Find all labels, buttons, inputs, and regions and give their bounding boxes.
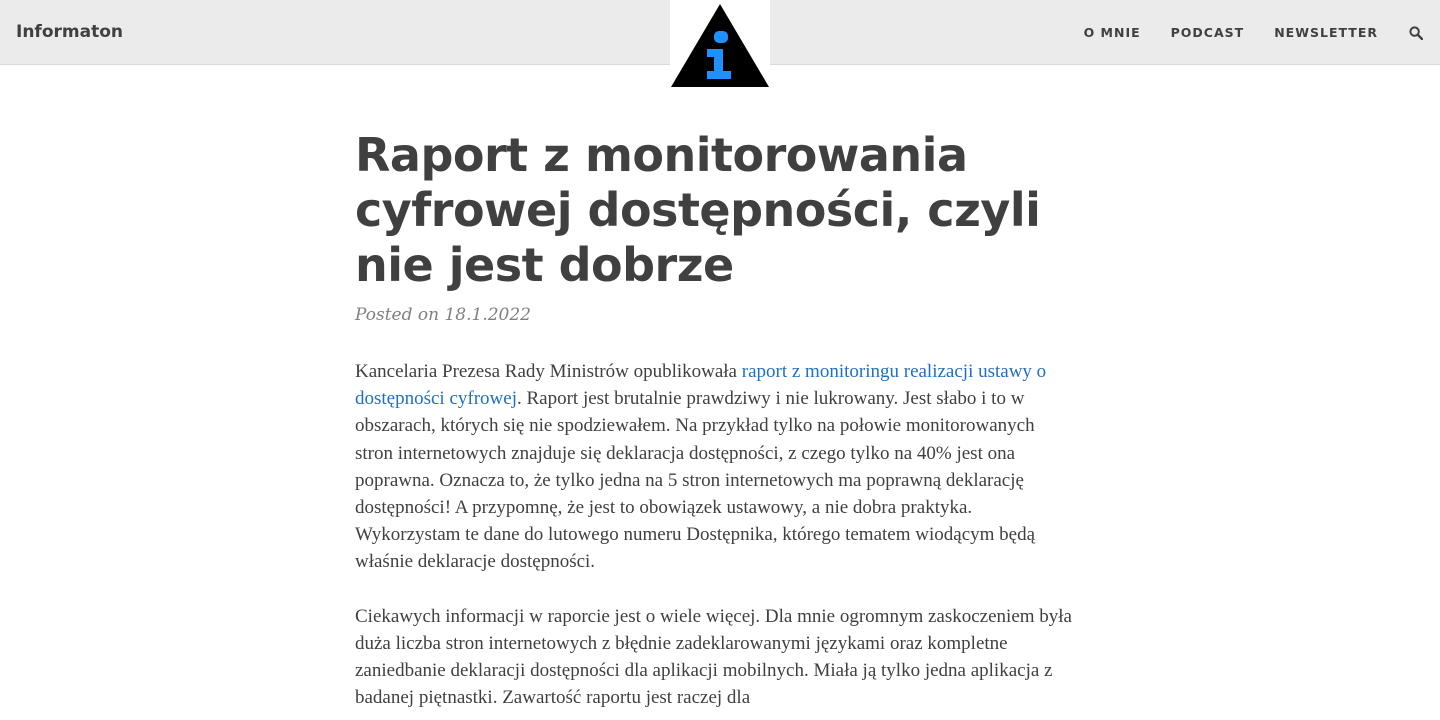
- post-meta: Posted on 18.1.2022: [355, 305, 531, 325]
- search-button[interactable]: [1408, 25, 1424, 41]
- post-title: Raport z monitorowania cyfrowej dostępno…: [355, 128, 1041, 292]
- search-icon: [1409, 25, 1423, 40]
- nav-podcast[interactable]: PODCAST: [1171, 25, 1245, 40]
- paragraph-text: . Raport jest brutalnie prawdziwy i nie …: [355, 388, 1036, 573]
- paragraph-text: Kancelaria Prezesa Rady Ministrów opubli…: [355, 361, 742, 382]
- nav-newsletter[interactable]: NEWSLETTER: [1274, 25, 1378, 40]
- site-logo[interactable]: [670, 0, 770, 88]
- main-nav: O MNIE PODCAST NEWSLETTER: [1054, 0, 1424, 65]
- post-paragraph-1: Kancelaria Prezesa Rady Ministrów opubli…: [355, 358, 1075, 576]
- info-warning-triangle-icon: [671, 4, 769, 87]
- brand-link[interactable]: Informaton: [16, 20, 123, 44]
- nav-o-mnie[interactable]: O MNIE: [1084, 25, 1141, 40]
- top-navbar: Informaton O MNIE PODCAST NEWSLETTER: [0, 0, 1440, 88]
- post-paragraph-2: Ciekawych informacji w raporcie jest o w…: [355, 605, 1072, 709]
- post-article: Raport z monitorowania cyfrowej dostępno…: [355, 128, 1075, 711]
